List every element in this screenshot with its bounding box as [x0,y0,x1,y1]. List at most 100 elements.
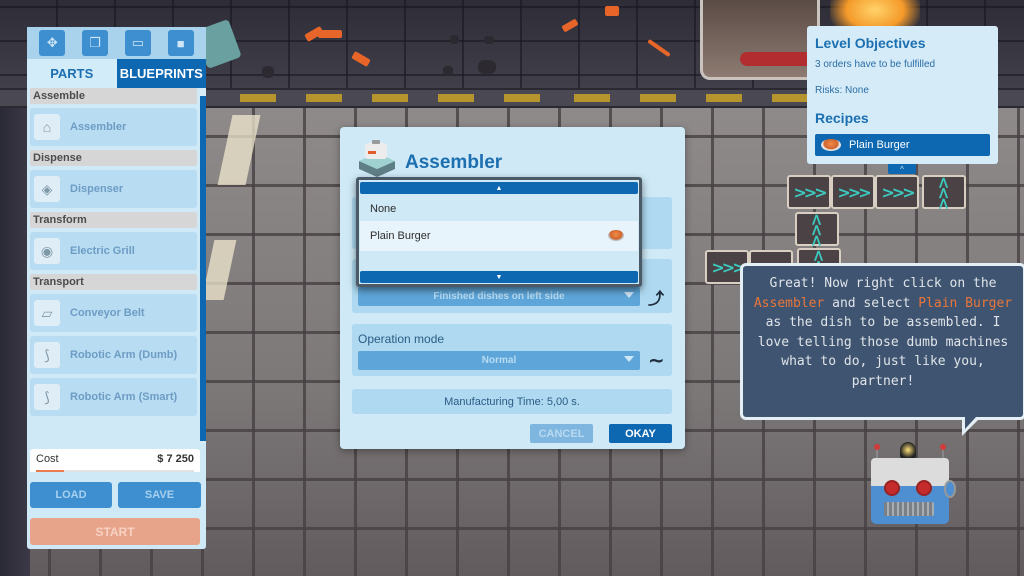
sidebar-footer: LOAD SAVE START [27,472,206,549]
orange-part-prop [318,30,342,38]
dropdown-option-none[interactable]: None [360,197,638,221]
bubble-highlight: Assembler [753,295,825,311]
objectives-risks: Risks: None [815,85,869,96]
robot-eye-icon [884,480,900,496]
hazard-dash [372,94,408,102]
assembler-dialog: Assembler Finished dishes on left side ⤴… [340,127,685,449]
debris-prop [450,35,459,44]
move-button[interactable]: ✥ [39,30,66,56]
hazard-dash [504,94,540,102]
bubble-tail-inner [965,417,976,429]
chevron-up-icon: ^ [900,164,904,174]
operation-mode-label: Operation mode [358,332,445,346]
conveyor-belt-tile[interactable]: <<< [795,212,839,246]
grill-icon: ◉ [34,238,60,264]
robotic-arm-icon: ⟆ [34,384,60,410]
copy-icon: ❐ [89,35,101,50]
wave-icon: ∼ [648,348,665,372]
okay-button[interactable]: OKAY [609,424,672,443]
operation-mode-section: Operation mode Normal ∼ [352,324,672,376]
part-item-conveyor-belt[interactable]: ▱ Conveyor Belt [30,294,197,332]
scrollbar-thumb[interactable] [200,96,206,441]
chevron-up-icon: ▲ [495,184,503,192]
recipes-title: Recipes [815,110,869,126]
orange-part-prop [605,6,619,16]
category-header: Assemble [30,88,197,104]
copy-button[interactable]: ❐ [82,30,109,56]
part-label: Dispenser [70,183,124,195]
floor-edge [0,108,30,576]
select-value: Finished dishes on left side [433,291,565,302]
level-objectives-panel: Level Objectives 3 orders have to be ful… [807,26,998,164]
part-item-robotic-arm-dumb[interactable]: ⟆ Robotic Arm (Dumb) [30,336,197,374]
part-label: Electric Grill [70,245,135,257]
conveyor-belt-tile[interactable]: >>> [831,175,875,209]
scroll-up-button[interactable]: ▲ [360,182,638,194]
hazard-dash [240,94,276,102]
assembler-icon [359,140,395,177]
conveyor-belt-tile[interactable]: <<< [922,175,966,209]
chevron-down-icon [624,356,634,362]
conveyor-belt-tile[interactable]: >>> [875,175,919,209]
output-direction-icon: ⤴ [648,289,665,308]
furnace-prop [700,0,820,80]
robot-ear [944,480,956,498]
burger-icon [821,139,841,151]
window-icon: ▭ [131,35,145,50]
robot-head [871,458,949,486]
cancel-button[interactable]: CANCEL [530,424,593,443]
category-header: Transport [30,274,197,290]
part-label: Conveyor Belt [70,307,145,319]
dialog-title: Assembler [405,152,503,173]
beacon-light-icon [900,442,916,458]
category-header: Transform [30,212,197,228]
part-item-robotic-arm-smart[interactable]: ⟆ Robotic Arm (Smart) [30,378,197,416]
parts-list: Assemble ⌂ Assembler Dispense ◈ Dispense… [27,88,200,443]
toolbar: ✥ ❐ ▭ ■ [27,27,206,59]
collapse-objectives-button[interactable]: ^ [888,164,916,174]
part-label: Assembler [70,121,127,133]
tutorial-speech-bubble: Great! Now right click on the Assembler … [740,263,1024,420]
parts-scrollbar[interactable] [200,88,206,443]
camera-button[interactable]: ■ [167,30,194,56]
hazard-dash [706,94,742,102]
option-label: Plain Burger [370,230,431,242]
debris-prop [262,66,274,78]
assembler-icon: ⌂ [34,114,60,140]
conveyor-icon: ▱ [34,300,60,326]
hazard-dash [640,94,676,102]
operation-mode-select[interactable]: Normal [358,351,640,370]
build-sidebar: ✥ ❐ ▭ ■ PARTS BLUEPRINTS Assemble ⌂ Asse… [27,27,206,549]
part-item-dispenser[interactable]: ◈ Dispenser [30,170,197,208]
hazard-dash [306,94,342,102]
dropdown-option-plain-burger[interactable]: Plain Burger [360,221,638,251]
dispenser-icon: ◈ [34,176,60,202]
recipe-dropdown: ▲ None Plain Burger ▼ [356,177,642,287]
category-header: Dispense [30,150,197,166]
burger-icon [608,230,624,241]
cost-label: Cost [36,453,59,465]
save-button[interactable]: SAVE [118,482,201,508]
part-item-electric-grill[interactable]: ◉ Electric Grill [30,232,197,270]
scroll-down-button[interactable]: ▼ [360,271,638,283]
part-label: Robotic Arm (Dumb) [70,349,178,361]
robot-mascot[interactable] [866,440,956,526]
load-button[interactable]: LOAD [30,482,112,508]
debris-prop [484,36,494,44]
start-button[interactable]: START [30,518,200,545]
chevron-down-icon: ▼ [495,273,503,281]
part-item-assembler[interactable]: ⌂ Assembler [30,108,197,146]
tab-parts[interactable]: PARTS [27,59,117,88]
debris-prop [443,66,453,76]
manufacturing-time: Manufacturing Time: 5,00 s. [352,389,672,414]
chevron-down-icon [624,292,634,298]
part-label: Robotic Arm (Smart) [70,391,178,403]
recipe-label: Plain Burger [849,139,910,151]
tab-blueprints[interactable]: BLUEPRINTS [116,59,206,88]
move-icon: ✥ [46,35,58,50]
output-side-select[interactable]: Finished dishes on left side [358,287,640,306]
conveyor-belt-tile[interactable]: >>> [787,175,831,209]
window-button[interactable]: ▭ [124,30,151,56]
objectives-description: 3 orders have to be fulfilled [815,59,936,70]
recipe-item[interactable]: Plain Burger [815,134,990,156]
